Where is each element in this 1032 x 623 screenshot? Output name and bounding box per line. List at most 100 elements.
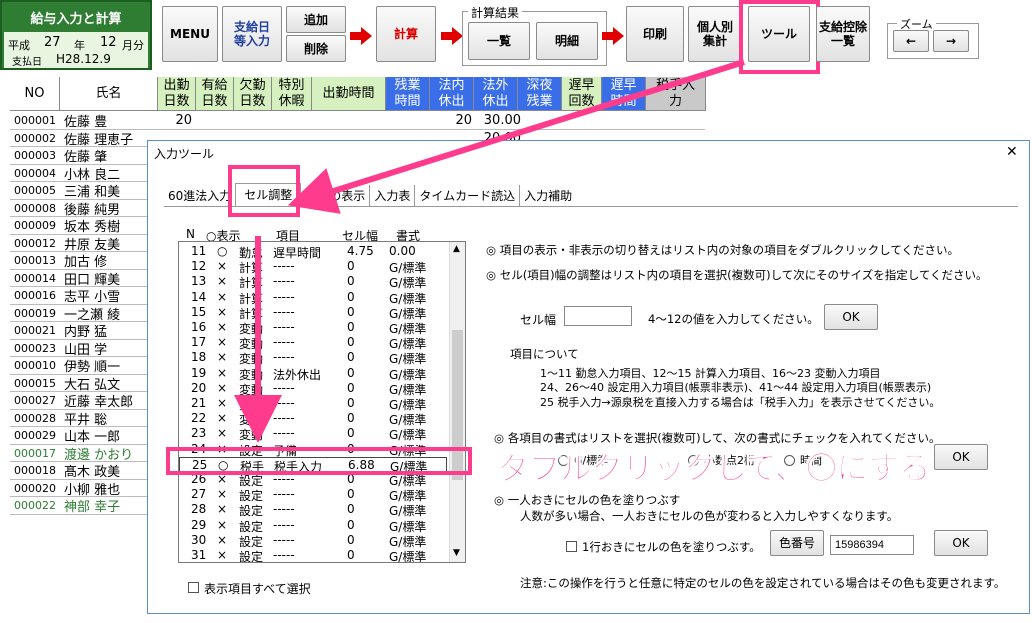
list-scrollbar[interactable]: ▲ ▼ [449, 242, 465, 562]
list-n: 15 [191, 304, 207, 319]
table-row[interactable]: 000009 坂本 秀樹 [10, 217, 160, 235]
list-item[interactable]: 27 × 設定 ----- 0 G/標準 [179, 487, 447, 503]
print-button[interactable]: 印刷 [626, 6, 684, 62]
format-ok-button[interactable]: OK [934, 444, 988, 470]
list-item[interactable]: 29 × 設定 ----- 0 G/標準 [179, 517, 447, 534]
table-row[interactable]: 000010 伊勢 順一 [10, 357, 160, 375]
list-item[interactable]: 11 ○ 勤怠 遅早時間 4.75 0.00 [179, 244, 447, 260]
table-row[interactable]: 000001 佐藤 豊 20 20 30.00 [10, 112, 521, 130]
table-row[interactable]: 000027 近藤 幸太郎 [10, 392, 160, 410]
list-mark: × [217, 532, 228, 547]
list-item[interactable]: 16 × 変動 ----- 0 G/標準 [179, 320, 447, 336]
employee-no: 000010 [14, 359, 56, 372]
employee-name: 山田 学 [64, 342, 108, 358]
tab-input-assist[interactable]: 入力補助 [519, 185, 576, 207]
select-all-checkbox[interactable] [188, 582, 199, 593]
table-row[interactable]: 000014 田口 輝美 [10, 270, 160, 288]
table-row[interactable]: 000018 髙木 政美 [10, 462, 160, 480]
alt-color-checkbox-label: 1行おきにセルの色を塗りつぶす。 [582, 540, 761, 554]
list-item[interactable]: 31 × 設定 ----- 0 G/標準 [179, 548, 447, 562]
table-row[interactable]: 000004 小林 良二 [10, 165, 160, 183]
scroll-up-icon[interactable]: ▲ [453, 244, 460, 254]
pay-input-button[interactable]: 支給日 等入力 [222, 6, 282, 62]
table-row[interactable]: 000023 山田 学 [10, 340, 160, 358]
list-item[interactable]: 23 × 変動 ----- 0 G/標準 [179, 426, 447, 442]
employee-no: 000022 [14, 499, 56, 512]
scroll-down-icon[interactable]: ▼ [453, 548, 460, 558]
table-row[interactable]: 000015 大石 弘文 [10, 375, 160, 393]
list-item[interactable]: 30 × 設定 ----- 0 G/標準 [179, 532, 447, 549]
list-item[interactable]: 20 × 変動 ----- 0 G/標準 [179, 381, 447, 397]
work-days-cell[interactable]: 20 [162, 113, 192, 128]
calc-button[interactable]: 計算 [376, 6, 436, 62]
close-icon[interactable]: ✕ [1006, 144, 1018, 160]
list-item[interactable]: 17 × 変動 ----- 0 G/標準 [179, 335, 447, 351]
table-row[interactable]: 000008 後藤 純男 [10, 200, 160, 218]
col-header-absent-days: 欠勤 日数 [234, 77, 272, 111]
employee-no: 000019 [14, 306, 56, 320]
table-row[interactable]: 000022 神部 幸子 [10, 497, 160, 515]
list-mark: × [217, 365, 228, 380]
year-unit: 年 [74, 39, 85, 52]
zoom-in-button[interactable]: → [933, 30, 969, 52]
menu-button[interactable]: MENU [162, 6, 218, 62]
employee-name: 佐藤 豊 [64, 115, 108, 130]
table-row[interactable]: 000016 志平 小雪 [10, 287, 160, 305]
tab-item-display[interactable]: 項目の表示 [301, 185, 369, 207]
employee-name: 平井 聡 [64, 412, 108, 428]
list-item[interactable]: 18 × 変動 ----- 0 G/標準 [179, 350, 447, 366]
list-item-name: ----- [273, 259, 295, 274]
table-row[interactable]: 000005 三浦 和美 [10, 182, 160, 200]
list-item[interactable]: 22 × 変動 ----- 0 G/標準 [179, 411, 447, 427]
list-button[interactable]: 一覧 [468, 22, 530, 60]
list-mark: × [217, 548, 228, 562]
color-number-button[interactable]: 色番号 [770, 530, 824, 556]
list-item[interactable]: 13 × 計算 ----- 0 G/標準 [179, 274, 447, 290]
list-item[interactable]: 14 × 計算 ----- 0 G/標準 [179, 289, 447, 306]
zoom-out-button[interactable]: ← [893, 30, 929, 52]
alt-color-checkbox[interactable] [566, 541, 577, 552]
table-row[interactable]: 000028 平井 聡 [10, 410, 160, 428]
list-width: 0 [347, 532, 355, 547]
detail-button[interactable]: 明細 [536, 22, 598, 60]
table-row[interactable]: 000019 一之瀬 綾 [10, 305, 160, 323]
tab-sexagesimal[interactable]: 60進法入力 [164, 185, 235, 207]
legal-holiday-cell[interactable]: 20 [442, 113, 472, 128]
table-row[interactable]: 000012 井原 友美 [10, 235, 160, 253]
cell-width-ok-button[interactable]: OK [824, 304, 878, 330]
nonlegal-holiday-cell[interactable]: 30.00 [475, 113, 521, 128]
list-item[interactable]: 19 × 変動 法外休出 0 G/標準 [179, 365, 447, 382]
list-width: 0 [347, 517, 355, 532]
color-ok-button[interactable]: OK [934, 530, 988, 556]
cell-width-input[interactable] [564, 306, 632, 326]
color-number-input[interactable] [830, 535, 914, 555]
table-row[interactable]: 000002 佐藤 理恵子 20.00 [10, 130, 521, 148]
list-item[interactable]: 12 × 計算 ----- 0 G/標準 [179, 259, 447, 275]
list-mark: × [217, 289, 228, 304]
list-item-name: ----- [273, 411, 295, 426]
by-person-button[interactable]: 個人別 集計 [688, 6, 742, 62]
list-width: 0 [347, 289, 355, 304]
list-item[interactable]: 28 × 設定 ----- 0 G/標準 [179, 502, 447, 518]
deduction-list-button[interactable]: 支給控除 一覧 [816, 6, 870, 62]
list-mark: × [217, 274, 228, 289]
employee-name: 加古 修 [64, 255, 108, 270]
table-row[interactable]: 000003 佐藤 肇 [10, 147, 160, 165]
list-item[interactable]: 15 × 計算 ----- 0 G/標準 [179, 304, 447, 321]
table-row[interactable]: 000029 山本 一郎 [10, 427, 160, 445]
item-listbox[interactable]: 11 ○ 勤怠 遅早時間 4.75 0.00 12 × 計算 ----- 0 G/標準 13 × 計算 ---… [178, 241, 466, 563]
table-row[interactable]: 000013 加古 修 [10, 252, 160, 270]
list-n: 30 [191, 532, 207, 547]
employee-no: 000002 [14, 131, 56, 145]
alt-color-note: ◎ 一人おきにセルの色を塗りつぶす [494, 493, 681, 507]
add-button[interactable]: 追加 [286, 6, 346, 33]
table-row[interactable]: 000020 小柳 雅也 [10, 480, 160, 498]
list-n: 29 [191, 517, 207, 532]
list-item[interactable]: 21 × 変動 ----- 0 G/標準 [179, 396, 447, 412]
tab-timecard[interactable]: タイムカード読込 [414, 185, 519, 207]
table-row[interactable]: 000017 渡邊 かおり [10, 445, 160, 463]
table-row[interactable]: 000021 内野 猛 [10, 322, 160, 340]
tab-input-table[interactable]: 入力表 [369, 185, 414, 207]
select-all-label: 表示項目すべて選択 [204, 582, 311, 596]
delete-button[interactable]: 削除 [286, 35, 346, 62]
